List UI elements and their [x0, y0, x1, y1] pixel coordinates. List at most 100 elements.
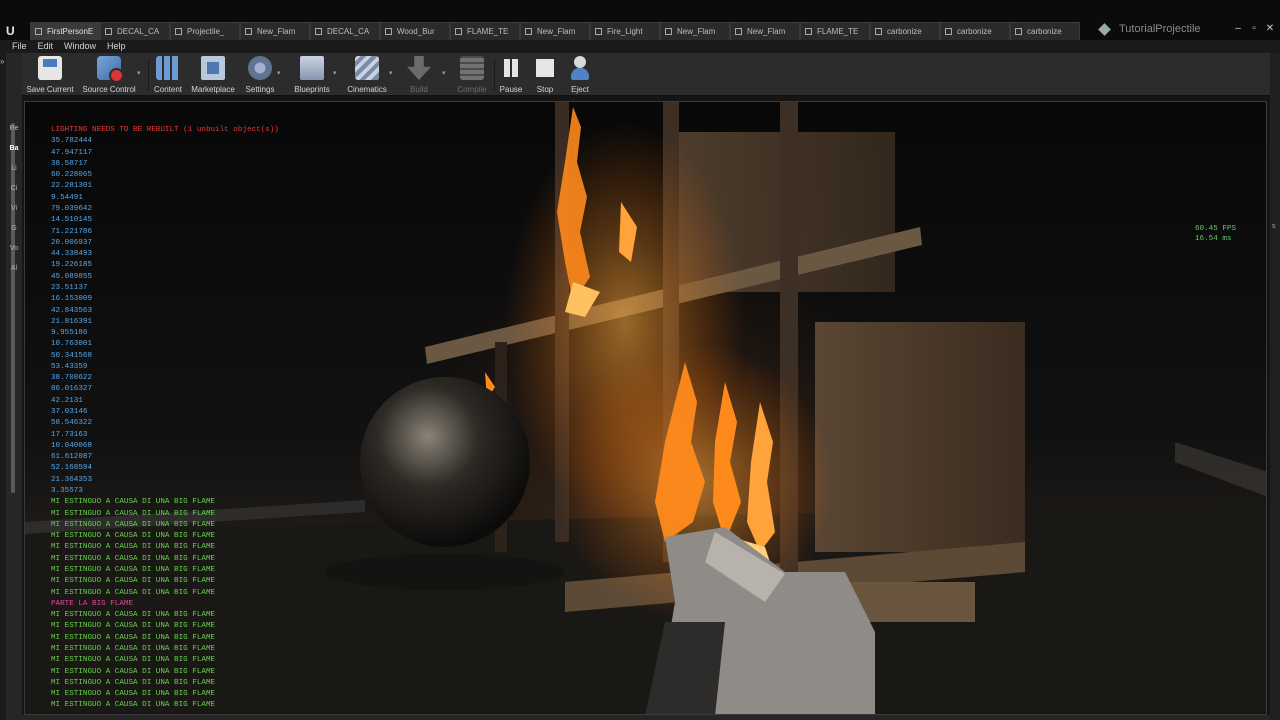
debug-log-line: 53.43359 — [51, 362, 88, 371]
level-viewport[interactable]: LIGHTING NEEDS TO BE REBUILT (1 unbuilt … — [24, 101, 1267, 715]
blueprints-dropdown-icon[interactable]: ▾ — [333, 69, 337, 77]
editor-tab[interactable]: Projectile_ — [170, 22, 240, 40]
asset-tab-icon — [875, 28, 882, 35]
settings-gear-icon — [248, 56, 272, 80]
debug-log-line: 71.221786 — [51, 227, 93, 236]
minimize-icon[interactable]: – — [1232, 23, 1244, 34]
debug-log-line: 47.947117 — [51, 148, 93, 157]
debug-log-line: 42.2131 — [51, 396, 83, 405]
marketplace-button[interactable]: Marketplace — [191, 56, 235, 94]
debug-log-line: MI ESTINGUO A CAUSA DI UNA BIG FLAME — [51, 588, 216, 597]
debug-log-line: MI ESTINGUO A CAUSA DI UNA BIG FLAME — [51, 520, 216, 529]
modes-tab[interactable]: Ba — [9, 145, 19, 152]
debug-log-line: MI ESTINGUO A CAUSA DI UNA BIG FLAME — [51, 678, 216, 687]
debug-log-line: 21.364353 — [51, 475, 93, 484]
cinematics-dropdown-icon[interactable]: ▾ — [389, 69, 393, 77]
settings-label: Settings — [245, 85, 275, 94]
debug-log-line: 21.816391 — [51, 317, 93, 326]
editor-tab[interactable]: DECAL_CA — [100, 22, 170, 40]
right-panel-tab[interactable]: s — [1272, 223, 1276, 230]
debug-log-line: MI ESTINGUO A CAUSA DI UNA BIG FLAME — [51, 701, 216, 710]
debug-log-line: 52.168594 — [51, 464, 93, 473]
modes-tab[interactable]: Vi — [9, 205, 19, 212]
debug-log-line: 60.228065 — [51, 171, 93, 180]
save-current-button[interactable]: Save Current — [26, 56, 74, 94]
asset-tab-icon — [175, 28, 182, 35]
blueprints-button[interactable]: Blueprints — [293, 56, 331, 94]
modes-tab[interactable]: Ci — [9, 185, 19, 192]
debug-log-line: 22.281301 — [51, 182, 93, 191]
editor-tab[interactable]: carbonize — [940, 22, 1010, 40]
compile-label: Compile — [457, 85, 487, 94]
maximize-icon[interactable]: ▫ — [1248, 23, 1260, 34]
editor-tab[interactable]: FirstPersonE — [30, 22, 100, 40]
reflective-sphere — [360, 377, 530, 547]
editor-tab[interactable]: Wood_Bur — [380, 22, 450, 40]
modes-scrollbar[interactable] — [11, 123, 15, 493]
editor-tab-label: FLAME_TE — [467, 27, 509, 36]
editor-tab[interactable]: New_Flam — [730, 22, 800, 40]
stop-icon — [533, 56, 557, 80]
stop-button[interactable]: Stop — [532, 56, 558, 94]
collapse-chevron-icon[interactable]: » — [0, 57, 4, 66]
editor-tab-label: DECAL_CA — [117, 27, 160, 36]
editor-tab[interactable]: FLAME_TE — [800, 22, 870, 40]
editor-tab[interactable]: FLAME_TE — [450, 22, 520, 40]
modes-tab[interactable]: Li — [9, 165, 19, 172]
eject-button[interactable]: Eject — [567, 56, 593, 94]
editor-tab[interactable]: DECAL_CA — [310, 22, 380, 40]
debug-log-line: MI ESTINGUO A CAUSA DI UNA BIG FLAME — [51, 611, 216, 620]
content-label: Content — [153, 85, 183, 94]
modes-tab[interactable]: Al — [9, 265, 19, 272]
build-dropdown-icon[interactable]: ▾ — [442, 69, 446, 77]
unreal-logo-icon[interactable]: U — [6, 24, 22, 38]
asset-tab-icon — [735, 28, 742, 35]
marketplace-label: Marketplace — [191, 85, 235, 94]
modes-tab[interactable]: Vo — [9, 245, 19, 252]
editor-tab-bar: U FirstPersonE DECAL_CA Projectile_ New_Fla… — [0, 0, 1280, 40]
close-icon[interactable]: ✕ — [1264, 23, 1276, 34]
debug-log-line: 14.510145 — [51, 216, 93, 225]
settings-dropdown-icon[interactable]: ▾ — [277, 69, 281, 77]
pause-label: Pause — [499, 85, 523, 94]
cinematics-button[interactable]: Cinematics — [346, 56, 388, 94]
debug-log-line: 44.338493 — [51, 250, 93, 259]
source-control-icon — [97, 56, 124, 83]
save-current-label: Save Current — [26, 85, 74, 94]
debug-log-line: 9.54491 — [51, 193, 83, 202]
source-control-dropdown-icon[interactable]: ▾ — [137, 69, 141, 77]
menu-help[interactable]: Help — [107, 40, 126, 53]
build-button[interactable]: Build — [405, 56, 433, 94]
menu-file[interactable]: File — [12, 40, 27, 53]
build-icon — [407, 56, 431, 80]
editor-tab-label: New_Flam — [257, 27, 296, 36]
toolbar-separator — [148, 59, 149, 91]
menu-edit[interactable]: Edit — [38, 40, 54, 53]
modes-tab[interactable]: Re — [9, 125, 19, 132]
debug-log-line: MI ESTINGUO A CAUSA DI UNA BIG FLAME — [51, 656, 216, 665]
editor-tab-label: Projectile_ — [187, 27, 225, 36]
editor-tab[interactable]: New_Flam — [520, 22, 590, 40]
debug-log-line: MI ESTINGUO A CAUSA DI UNA BIG FLAME — [51, 644, 216, 653]
editor-tab-label: New_Flam — [537, 27, 576, 36]
editor-tab-label: carbonize — [887, 27, 922, 36]
debug-log-line: 42.843563 — [51, 306, 93, 315]
editor-tab[interactable]: carbonize — [1010, 22, 1080, 40]
compile-button[interactable]: Compile — [455, 56, 489, 94]
editor-tab[interactable]: Fire_Light — [590, 22, 660, 40]
save-icon — [38, 56, 62, 80]
document-tabs: FirstPersonE DECAL_CA Projectile_ New_Flam D… — [30, 22, 1080, 40]
editor-tab[interactable]: carbonize — [870, 22, 940, 40]
eject-player-icon — [568, 56, 592, 80]
cinematics-clapper-icon — [355, 56, 379, 80]
source-control-button[interactable]: Source Control — [82, 56, 136, 94]
debug-log-line: 10.040068 — [51, 441, 93, 450]
editor-tab[interactable]: New_Flam — [660, 22, 730, 40]
settings-button[interactable]: Settings — [245, 56, 275, 94]
menu-window[interactable]: Window — [64, 40, 96, 53]
modes-tab[interactable]: G — [9, 225, 19, 232]
pause-button[interactable]: Pause — [498, 56, 524, 94]
content-button[interactable]: Content — [153, 56, 183, 94]
debug-log-line: MI ESTINGUO A CAUSA DI UNA BIG FLAME — [51, 622, 216, 631]
editor-tab[interactable]: New_Flam — [240, 22, 310, 40]
